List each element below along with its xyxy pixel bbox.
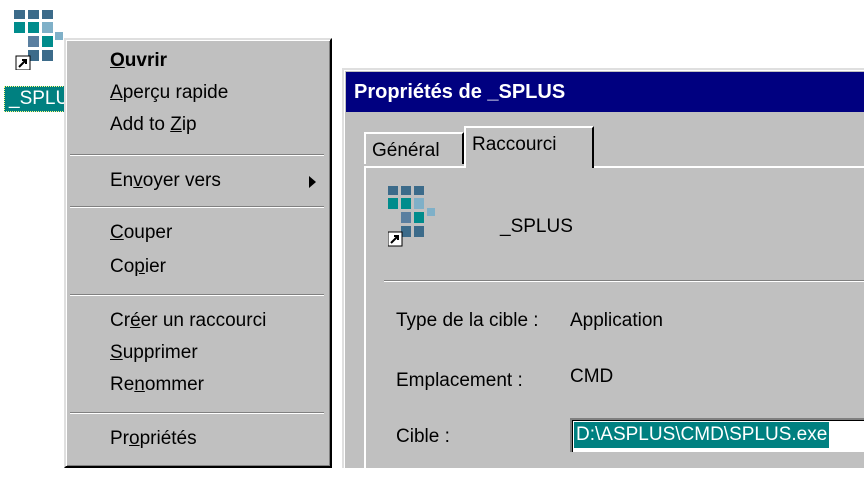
application-shortcut-icon	[388, 186, 435, 247]
menu-item-label: Envoyer vers	[110, 170, 221, 191]
pane-separator	[384, 280, 864, 282]
menu-item-label: Créer un raccourci	[110, 310, 267, 331]
menu-item-copier[interactable]: Copier	[66, 252, 330, 282]
menu-item-supprimer[interactable]: Supprimer	[66, 338, 330, 368]
menu-item-label: Add to Zip	[110, 114, 197, 135]
menu-item-creer-raccourci[interactable]: Créer un raccourci	[66, 306, 330, 336]
menu-item-label: Aperçu rapide	[110, 82, 229, 103]
menu-item-label: Supprimer	[110, 342, 198, 363]
menu-separator	[70, 154, 324, 156]
menu-item-proprietes[interactable]: Propriétés	[66, 424, 330, 454]
menu-item-label: Couper	[110, 222, 173, 243]
context-menu: Ouvrir Aperçu rapide Add to Zip Envoyer …	[64, 38, 332, 468]
properties-dialog: Propriétés de _SPLUS Général Raccourci _…	[342, 68, 864, 488]
menu-item-label: Renommer	[110, 374, 204, 395]
menu-item-label: Copier	[110, 256, 166, 277]
tab-general[interactable]: Général	[364, 132, 464, 164]
tab-label: Raccourci	[472, 134, 557, 155]
menu-item-apercu-rapide[interactable]: Aperçu rapide	[66, 78, 330, 108]
target-type-value: Application	[570, 310, 663, 331]
tab-raccourci[interactable]: Raccourci	[464, 126, 594, 168]
tab-label: Général	[372, 140, 440, 161]
menu-item-label: Propriétés	[110, 428, 197, 449]
location-label: Emplacement :	[396, 370, 523, 391]
target-type-label: Type de la cible :	[396, 310, 539, 331]
target-label: Cible :	[396, 426, 450, 447]
menu-separator	[70, 206, 324, 208]
menu-separator	[70, 294, 324, 296]
submenu-arrow-icon	[309, 176, 316, 188]
menu-item-envoyer-vers[interactable]: Envoyer vers	[66, 166, 330, 196]
target-field[interactable]: D:\ASPLUS\CMD\SPLUS.exe	[570, 418, 864, 452]
dialog-title[interactable]: Propriétés de _SPLUS	[346, 72, 864, 112]
target-field-value: D:\ASPLUS\CMD\SPLUS.exe	[574, 422, 830, 448]
menu-item-renommer[interactable]: Renommer	[66, 370, 330, 400]
location-value: CMD	[570, 366, 614, 387]
menu-item-label: Ouvrir	[110, 50, 168, 71]
shortcut-name: _SPLUS	[500, 216, 573, 237]
menu-item-add-to-zip[interactable]: Add to Zip	[66, 110, 330, 140]
application-shortcut-icon	[14, 10, 63, 70]
desktop-shortcut[interactable]	[14, 10, 68, 86]
menu-separator	[70, 412, 324, 414]
menu-item-couper[interactable]: Couper	[66, 218, 330, 248]
menu-item-ouvrir[interactable]: Ouvrir	[66, 46, 330, 76]
